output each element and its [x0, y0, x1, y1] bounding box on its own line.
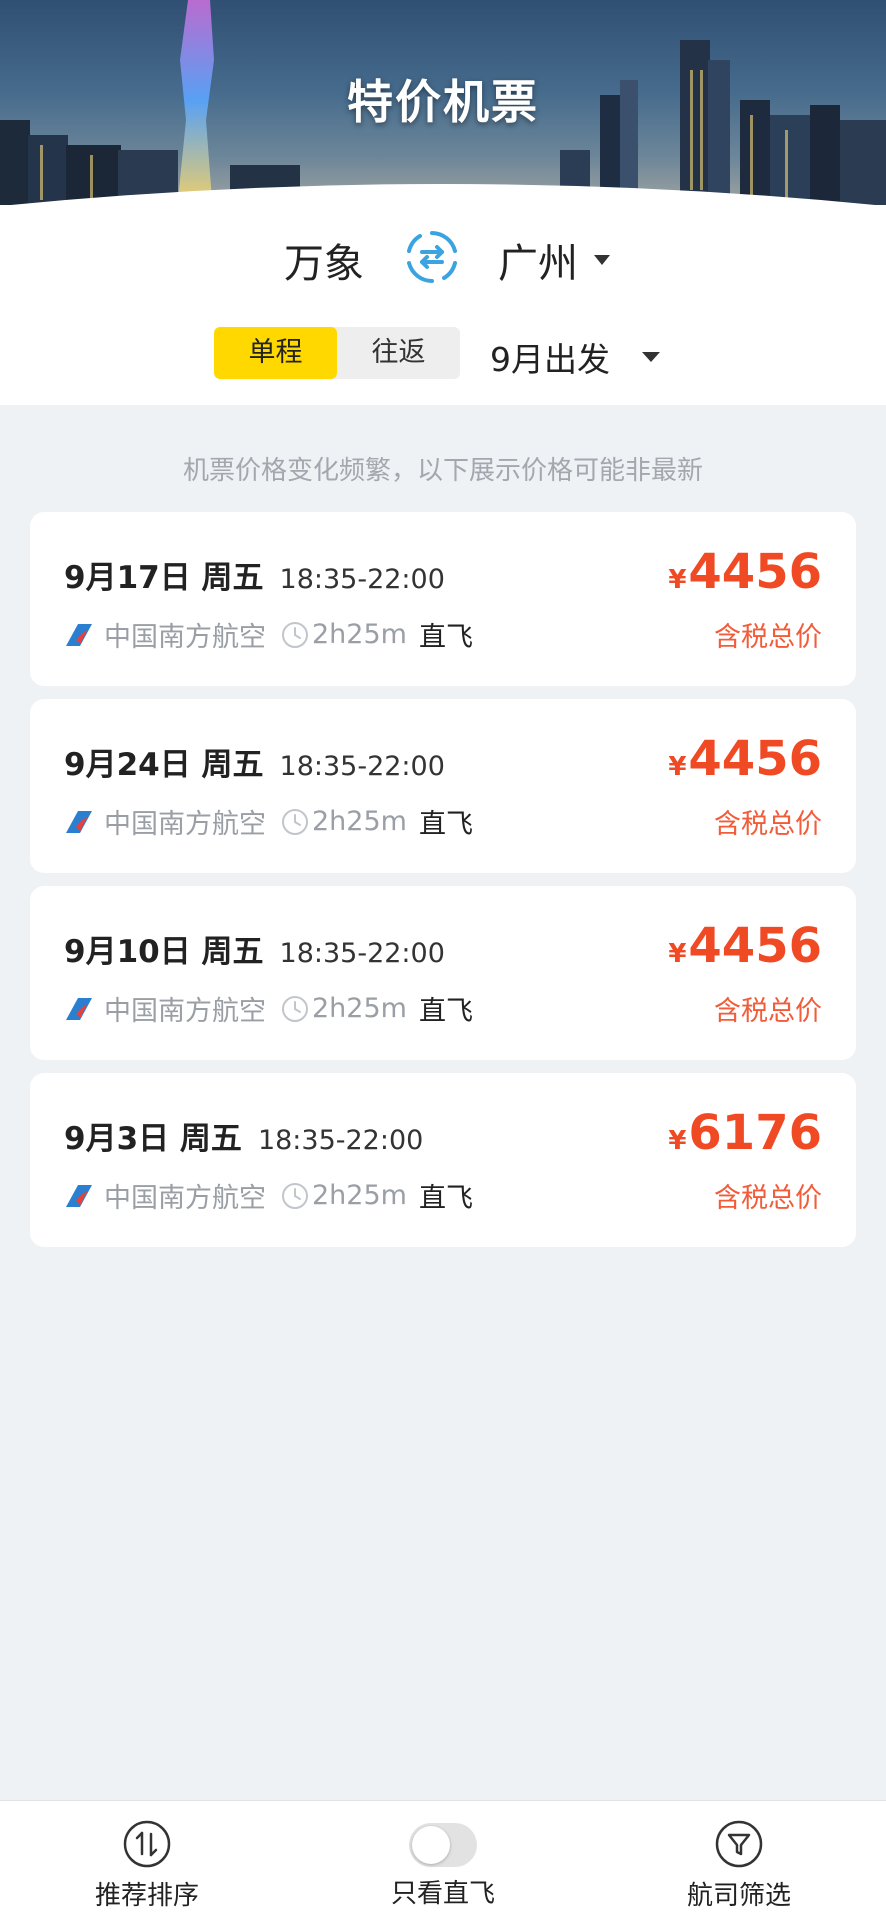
- departure-month-selector[interactable]: 9月出发: [490, 333, 660, 381]
- price-note: 含税总价: [714, 622, 822, 653]
- banner-curve-divider: [0, 184, 886, 210]
- price-notice: 机票价格变化频繁，以下展示价格可能非最新: [182, 456, 703, 486]
- flight-type: 直飞: [418, 996, 473, 1027]
- page-title: 特价机票: [347, 75, 539, 129]
- china-southern-logo-icon: [66, 1184, 92, 1207]
- toggle-switch[interactable]: [409, 1823, 477, 1867]
- flight-price: ¥ 4456: [668, 918, 822, 974]
- airline-filter-button[interactable]: 航司筛选: [664, 1819, 814, 1912]
- flight-duration: 2h25m: [312, 619, 407, 650]
- flight-card[interactable]: 9月17日 周五 18:35-22:00 中国南方航空 2h25m 直飞 ¥ 4…: [30, 512, 856, 686]
- funnel-icon: [715, 1820, 763, 1868]
- price-amount: 6176: [688, 1105, 822, 1161]
- arrival-city-selector[interactable]: 广州: [498, 231, 610, 289]
- sort-button[interactable]: 推荐排序: [72, 1819, 222, 1912]
- flight-duration: 2h25m: [312, 993, 407, 1024]
- clock-icon: [282, 1182, 308, 1209]
- flight-price: ¥ 4456: [668, 544, 822, 600]
- china-southern-logo-icon: [66, 623, 92, 646]
- flight-date: 9月3日 周五: [64, 1121, 242, 1157]
- tab-round-trip[interactable]: 往返: [337, 327, 460, 379]
- flight-date: 9月17日 周五: [64, 560, 264, 596]
- china-southern-logo-icon: [66, 997, 92, 1020]
- flight-time: 18:35-22:00: [279, 751, 445, 782]
- flight-time: 18:35-22:00: [257, 1125, 424, 1156]
- price-note: 含税总价: [714, 996, 822, 1027]
- price-amount: 4456: [688, 731, 822, 787]
- flight-list: 9月17日 周五 18:35-22:00 中国南方航空 2h25m 直飞 ¥ 4…: [30, 512, 856, 1260]
- currency-symbol: ¥: [668, 1126, 687, 1156]
- china-southern-logo-icon: [66, 810, 92, 833]
- bottom-toolbar: 推荐排序 只看直飞 航司筛选: [0, 1800, 886, 1920]
- flight-date: 9月24日 周五: [64, 747, 264, 783]
- airline-filter-label: 航司筛选: [686, 1881, 791, 1911]
- flight-date-row: 9月17日 周五 18:35-22:00: [64, 552, 445, 597]
- flight-time: 18:35-22:00: [279, 564, 445, 595]
- flight-card[interactable]: 9月24日 周五 18:35-22:00 中国南方航空 2h25m 直飞 ¥ 4…: [30, 699, 856, 873]
- arrival-city: 广州: [498, 241, 578, 287]
- caret-down-icon: [594, 255, 610, 265]
- flight-time: 18:35-22:00: [279, 938, 445, 969]
- airline-name: 中国南方航空: [104, 809, 266, 840]
- caret-down-icon: [642, 352, 660, 362]
- flight-date-row: 9月24日 周五 18:35-22:00: [64, 739, 445, 784]
- flight-type: 直飞: [418, 1183, 473, 1214]
- header-banner: 特价机票: [0, 0, 886, 210]
- flight-card[interactable]: 9月10日 周五 18:35-22:00 中国南方航空 2h25m 直飞 ¥ 4…: [30, 886, 856, 1060]
- direct-only-label: 只看直飞: [390, 1879, 495, 1909]
- direct-only-toggle[interactable]: 只看直飞: [368, 1819, 518, 1910]
- flight-date-row: 9月3日 周五 18:35-22:00: [64, 1113, 423, 1158]
- flight-price: ¥ 4456: [668, 731, 822, 787]
- price-amount: 4456: [688, 918, 822, 974]
- airline-name: 中国南方航空: [104, 996, 266, 1027]
- clock-icon: [282, 621, 308, 648]
- flight-date: 9月10日 周五: [64, 934, 264, 970]
- currency-symbol: ¥: [668, 752, 687, 782]
- flight-duration: 2h25m: [312, 1180, 407, 1211]
- airline-name: 中国南方航空: [104, 622, 266, 653]
- departure-city[interactable]: 万象: [284, 231, 364, 289]
- flight-meta: 中国南方航空 2h25m 直飞: [64, 802, 473, 841]
- airline-name: 中国南方航空: [104, 1183, 266, 1214]
- currency-symbol: ¥: [668, 939, 687, 969]
- currency-symbol: ¥: [668, 565, 687, 595]
- sort-label: 推荐排序: [94, 1881, 199, 1911]
- toggle-knob: [412, 1826, 450, 1864]
- clock-icon: [282, 995, 308, 1022]
- flight-type: 直飞: [418, 622, 473, 653]
- flight-type: 直飞: [418, 809, 473, 840]
- flight-date-row: 9月10日 周五 18:35-22:00: [64, 926, 445, 971]
- price-note: 含税总价: [714, 809, 822, 840]
- swap-arrows-icon[interactable]: [402, 227, 462, 287]
- flight-meta: 中国南方航空 2h25m 直飞: [64, 1176, 473, 1215]
- tab-one-way[interactable]: 单程: [214, 327, 337, 379]
- sort-arrows-icon: [123, 1820, 171, 1868]
- price-amount: 4456: [688, 544, 822, 600]
- departure-month-label: 9月出发: [490, 340, 610, 379]
- price-note: 含税总价: [714, 1183, 822, 1214]
- trip-type-toggle: 单程 往返: [214, 327, 460, 379]
- flight-meta: 中国南方航空 2h25m 直飞: [64, 989, 473, 1028]
- clock-icon: [282, 808, 308, 835]
- flight-price: ¥ 6176: [668, 1105, 822, 1161]
- route-panel: 万象 广州 单程 往返 9月出发: [0, 205, 886, 405]
- flight-meta: 中国南方航空 2h25m 直飞: [64, 615, 473, 654]
- flight-card[interactable]: 9月3日 周五 18:35-22:00 中国南方航空 2h25m 直飞 ¥ 61…: [30, 1073, 856, 1247]
- flight-duration: 2h25m: [312, 806, 407, 837]
